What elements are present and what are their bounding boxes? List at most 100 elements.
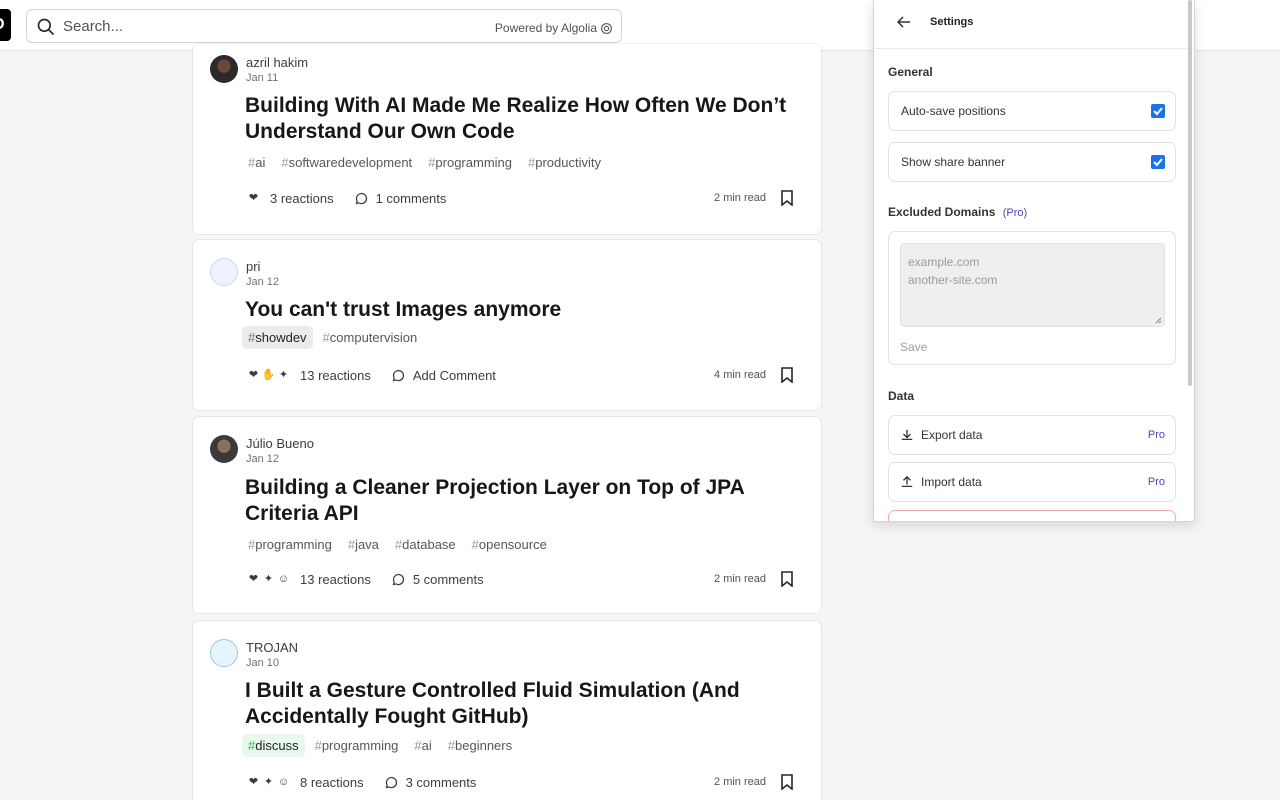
site-logo[interactable]: D	[0, 9, 11, 41]
card-footer: ❤ ✦ ☺ 8 reactions 3 comments 2 min read	[245, 770, 794, 794]
powered-by-label: Powered by Algolia	[494, 21, 597, 35]
auto-save-label: Auto-save positions	[901, 104, 1006, 118]
tag-list: #ai #softwaredevelopment #programming #p…	[242, 151, 607, 174]
author-name[interactable]: pri	[246, 259, 260, 274]
save-domains-button[interactable]: Save	[900, 340, 927, 354]
read-time: 2 min read	[714, 776, 766, 788]
article-title[interactable]: Building a Cleaner Projection Layer on T…	[245, 475, 805, 527]
excluded-domains-box: example.com another-site.com Save	[888, 231, 1176, 365]
card-footer: ❤ ✋ ✦ 13 reactions Add Comment 4 min rea…	[245, 363, 794, 387]
bookmark-icon[interactable]	[780, 190, 794, 206]
import-data-button[interactable]: Import data Pro	[888, 462, 1176, 502]
tag-list: #programming #java #database #opensource	[242, 533, 553, 556]
article-card[interactable]: pri Jan 12 You can't trust Images anymor…	[193, 240, 821, 410]
pro-badge: (Pro)	[1002, 207, 1028, 219]
tag[interactable]: #programming	[309, 734, 405, 757]
excluded-domains-heading: Excluded Domains (Pro)	[888, 205, 1028, 219]
author-name[interactable]: TROJAN	[246, 640, 298, 655]
reactions-count[interactable]: 3 reactions	[270, 191, 334, 206]
algolia-icon	[601, 22, 612, 34]
tag[interactable]: #beginners	[442, 734, 518, 757]
search-input[interactable]: Search...	[63, 18, 123, 35]
bookmark-icon[interactable]	[780, 367, 794, 383]
comment-icon	[392, 573, 404, 585]
tag[interactable]: #programming	[242, 533, 338, 556]
avatar[interactable]	[210, 55, 238, 83]
tag[interactable]: #database	[389, 533, 462, 556]
reactions-count[interactable]: 8 reactions	[300, 775, 364, 790]
post-date[interactable]: Jan 10	[246, 657, 279, 669]
back-arrow-icon[interactable]	[896, 14, 912, 30]
settings-title: Settings	[930, 16, 974, 28]
read-time: 2 min read	[714, 192, 766, 204]
tag[interactable]: #productivity	[522, 151, 607, 174]
auto-save-checkbox[interactable]	[1151, 104, 1165, 118]
checkmark-icon	[1153, 107, 1163, 116]
article-card[interactable]: Júlio Bueno Jan 12 Building a Cleaner Pr…	[193, 417, 821, 613]
tag[interactable]: #showdev	[242, 326, 313, 349]
reaction-icons: ❤ ✋ ✦	[245, 366, 292, 384]
tag[interactable]: #computervision	[317, 326, 424, 349]
comments-link[interactable]: 5 comments	[391, 572, 484, 587]
author-name[interactable]: Júlio Bueno	[246, 436, 314, 451]
post-date[interactable]: Jan 12	[246, 276, 279, 288]
share-banner-checkbox[interactable]	[1151, 155, 1165, 169]
export-data-button[interactable]: Export data Pro	[888, 415, 1176, 455]
avatar[interactable]	[210, 639, 238, 667]
article-card[interactable]: TROJAN Jan 10 I Built a Gesture Controll…	[193, 621, 821, 800]
auto-save-option[interactable]: Auto-save positions	[888, 91, 1176, 131]
reaction-icons: ❤ ✦ ☺	[245, 570, 292, 588]
heart-icon: ❤	[245, 189, 262, 207]
article-title[interactable]: You can't trust Images anymore	[245, 297, 805, 323]
excluded-domains-input[interactable]: example.com another-site.com	[900, 243, 1165, 327]
avatar[interactable]	[210, 435, 238, 463]
tag[interactable]: #java	[342, 533, 385, 556]
bookmark-icon[interactable]	[780, 774, 794, 790]
algolia-credit[interactable]: Powered by Algolia	[495, 21, 613, 35]
article-title[interactable]: Building With AI Made Me Realize How Oft…	[245, 93, 805, 145]
card-footer: ❤ 3 reactions 1 comments 2 min read	[245, 186, 794, 210]
tag[interactable]: #ai	[242, 151, 271, 174]
pro-badge: Pro	[1147, 476, 1165, 488]
tag[interactable]: #programming	[422, 151, 518, 174]
comments-link[interactable]: 3 comments	[384, 775, 476, 790]
post-date[interactable]: Jan 11	[246, 72, 278, 84]
checkmark-icon	[1153, 158, 1163, 167]
search-box[interactable]: Search... Powered by Algolia	[26, 9, 622, 43]
resize-grip-icon[interactable]	[1155, 317, 1162, 324]
reactions-count[interactable]: 13 reactions	[300, 572, 371, 587]
tag-list: #showdev #computervision	[242, 326, 423, 349]
tag[interactable]: #opensource	[466, 533, 553, 556]
comment-icon	[392, 369, 404, 381]
search-icon	[37, 18, 55, 36]
share-banner-label: Show share banner	[901, 155, 1006, 169]
tag[interactable]: #softwaredevelopment	[275, 151, 418, 174]
article-card[interactable]: azril hakim Jan 11 Building With AI Made…	[193, 44, 821, 234]
comment-icon	[355, 192, 367, 204]
avatar[interactable]	[210, 258, 238, 286]
comments-link[interactable]: Add Comment	[391, 368, 496, 383]
download-icon	[901, 429, 913, 441]
bookmark-icon[interactable]	[780, 571, 794, 587]
share-banner-option[interactable]: Show share banner	[888, 142, 1176, 182]
settings-panel: Settings General Auto-save positions Sho…	[873, 0, 1195, 522]
scrollbar[interactable]	[1188, 0, 1192, 386]
tag[interactable]: #discuss	[242, 734, 305, 757]
tag[interactable]: #ai	[408, 734, 437, 757]
danger-button[interactable]	[888, 510, 1176, 521]
exploding-head-icon: ☺	[275, 570, 292, 588]
exploding-head-icon: ☺	[275, 773, 292, 791]
pro-badge: Pro	[1147, 429, 1165, 441]
comments-link[interactable]: 1 comments	[354, 191, 446, 206]
comment-icon	[385, 776, 397, 788]
post-date[interactable]: Jan 12	[246, 453, 279, 465]
read-time: 2 min read	[714, 573, 766, 585]
reaction-icons: ❤ ✦ ☺	[245, 773, 292, 791]
import-data-label: Import data	[921, 475, 982, 489]
reactions-count[interactable]: 13 reactions	[300, 368, 371, 383]
author-name[interactable]: azril hakim	[246, 55, 308, 70]
settings-header: Settings	[874, 0, 1194, 49]
data-heading: Data	[888, 389, 915, 403]
article-title[interactable]: I Built a Gesture Controlled Fluid Simul…	[245, 678, 805, 730]
tag-list: #discuss #programming #ai #beginners	[242, 734, 518, 757]
